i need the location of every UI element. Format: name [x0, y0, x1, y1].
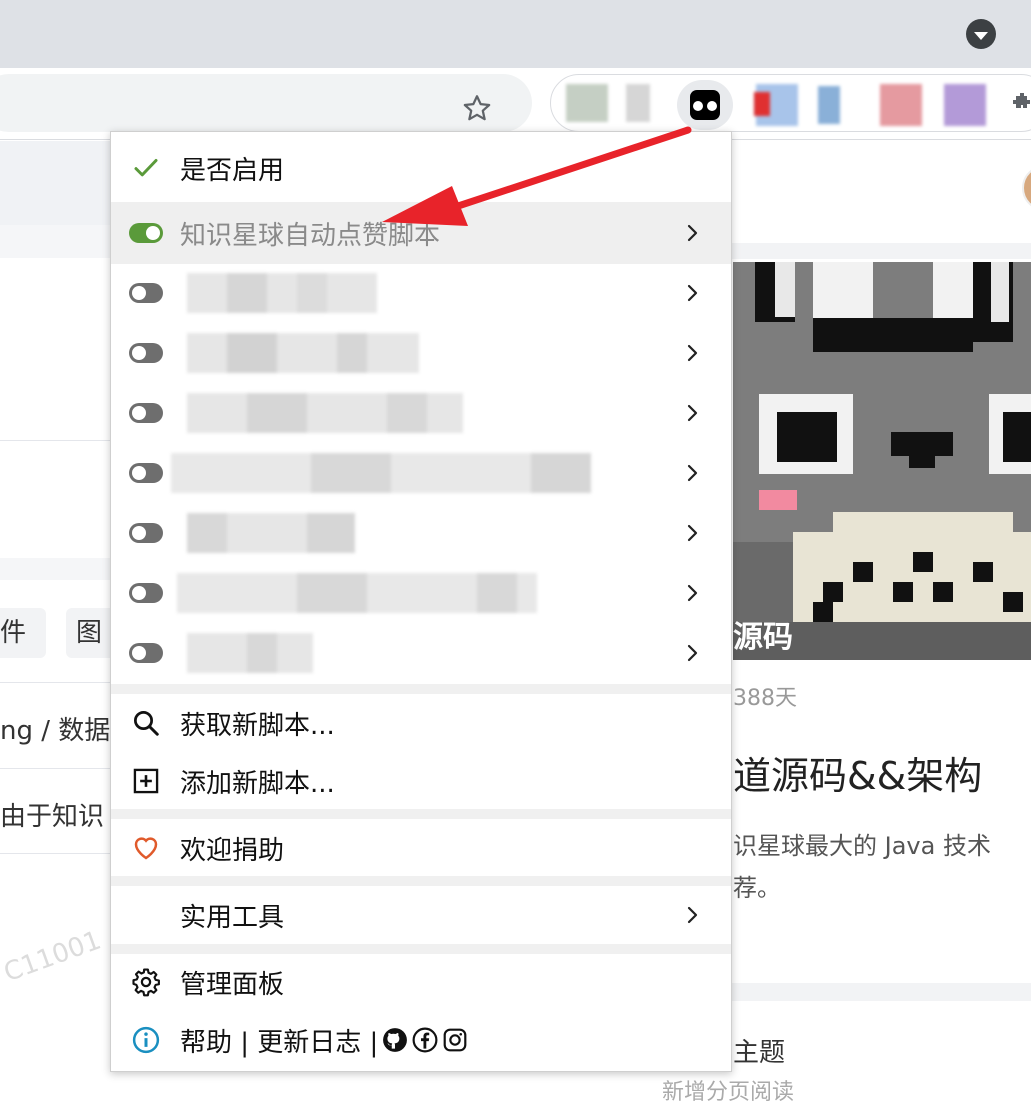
facebook-icon[interactable] [412, 1027, 438, 1053]
toggle-off-icon[interactable] [129, 336, 163, 370]
left-divider [0, 682, 110, 683]
menu-utilities[interactable]: 实用工具 [111, 885, 731, 945]
menu-script-item[interactable] [111, 263, 731, 323]
menu-get-new-label: 获取新脚本... [180, 710, 335, 741]
menu-add-new-script[interactable]: 添加新脚本... [111, 751, 731, 811]
blurred-script-label [187, 333, 419, 373]
group-description-line2: 荐。 [733, 874, 781, 902]
bookmark-star-icon[interactable] [460, 92, 494, 126]
blurred-script-label [187, 393, 463, 433]
chevron-right-icon [687, 524, 698, 542]
browser-titlebar [0, 0, 1031, 68]
toggle-off-icon[interactable] [129, 516, 163, 550]
address-bar[interactable] [0, 74, 532, 132]
toggle-on-icon[interactable] [129, 216, 163, 250]
blurred-script-label [187, 633, 313, 673]
tab-search-button[interactable] [966, 19, 996, 49]
left-content-card [0, 258, 110, 558]
blurred-script-label [187, 273, 377, 313]
toggle-off-icon[interactable] [129, 456, 163, 490]
chevron-right-icon [687, 464, 698, 482]
chevron-right-icon [687, 584, 698, 602]
menu-utilities-label: 实用工具 [180, 902, 285, 933]
menu-script-item[interactable] [111, 623, 731, 683]
extensions-puzzle-icon[interactable] [1010, 90, 1031, 114]
tampermonkey-extension-icon[interactable] [677, 80, 733, 130]
toggle-off-icon[interactable] [129, 276, 163, 310]
menu-dashboard[interactable]: 管理面板 [111, 952, 731, 1012]
menu-donate[interactable]: 欢迎捐助 [111, 818, 731, 878]
menu-donate-label: 欢迎捐助 [180, 835, 285, 866]
chevron-right-icon [687, 284, 698, 302]
plus-square-icon [129, 764, 163, 798]
chevron-right-icon [687, 344, 698, 362]
blurred-script-label [171, 453, 591, 493]
topic-subtext: 新增分页阅读 [662, 1080, 795, 1105]
cover-title-overlay: 源码 [733, 620, 793, 655]
blurred-script-label [187, 513, 355, 553]
menu-script-item[interactable] [111, 443, 731, 503]
toggle-off-icon[interactable] [129, 396, 163, 430]
chevron-right-icon [687, 404, 698, 422]
menu-get-new-scripts[interactable]: 获取新脚本... [111, 693, 731, 753]
left-snippet: 由于知识 [0, 802, 105, 832]
menu-add-new-label: 添加新脚本... [180, 768, 335, 799]
browser-toolbar [0, 68, 1031, 140]
instagram-icon[interactable] [442, 1027, 468, 1053]
menu-enable-label: 是否启用 [180, 155, 285, 186]
gear-icon [129, 965, 163, 999]
github-icon[interactable] [382, 1027, 408, 1053]
menu-script-label: 知识星球自动点赞脚本 [180, 220, 441, 251]
info-icon [129, 1023, 163, 1057]
group-title[interactable]: 道源码&&架构 [733, 745, 982, 800]
chevron-right-icon [687, 906, 698, 924]
blurred-script-label [177, 573, 537, 613]
left-tab-file[interactable]: 件 [0, 608, 46, 658]
menu-help-row: 帮助 | 更新日志 | [111, 1010, 731, 1070]
help-links: 帮助 | 更新日志 | [180, 1022, 468, 1059]
menu-script-item[interactable] [111, 503, 731, 563]
left-header-card [0, 141, 110, 225]
menu-dashboard-label: 管理面板 [180, 969, 285, 1000]
menu-script-item[interactable] [111, 563, 731, 623]
chevron-right-icon [687, 224, 698, 242]
toggle-off-icon[interactable] [129, 576, 163, 610]
left-divider [0, 768, 110, 769]
membership-days: 388天 [733, 686, 797, 711]
heart-icon [129, 831, 163, 865]
topic-heading[interactable]: 主题 [733, 1032, 785, 1069]
chevron-right-icon [687, 644, 698, 662]
checkmark-icon [129, 151, 163, 185]
menu-enable-toggle[interactable]: 是否启用 [111, 138, 731, 198]
left-divider [0, 853, 110, 854]
toggle-off-icon[interactable] [129, 636, 163, 670]
pixel-cat-illustration [733, 262, 1031, 660]
menu-script-item[interactable] [111, 383, 731, 443]
search-icon [129, 706, 163, 740]
tampermonkey-popup-menu: 是否启用 知识星球自动点赞脚本 获取新脚本... 添加新脚本... 欢迎捐助 实… [110, 131, 732, 1072]
help-changelog-links[interactable]: 帮助 | 更新日志 | [180, 1022, 378, 1059]
menu-script-item[interactable] [111, 323, 731, 383]
group-cover-image[interactable] [733, 262, 1031, 660]
group-description-line1: 识星球最大的 Java 技术 [733, 832, 991, 860]
menu-script-item-active[interactable]: 知识星球自动点赞脚本 [111, 202, 731, 264]
